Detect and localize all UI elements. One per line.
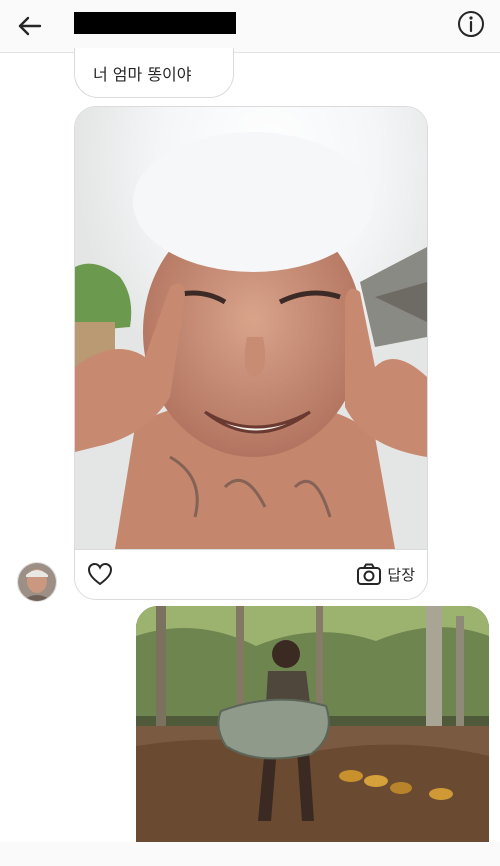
sent-photo[interactable] bbox=[136, 606, 489, 842]
sender-avatar[interactable] bbox=[17, 562, 57, 602]
info-circle-icon bbox=[458, 11, 484, 37]
bottom-area bbox=[0, 842, 500, 866]
message-text: 너 엄마 똥이야 bbox=[93, 64, 192, 84]
reply-label: 답장 bbox=[387, 565, 415, 584]
back-button[interactable] bbox=[14, 10, 46, 42]
received-photo[interactable] bbox=[75, 107, 427, 549]
received-photo-message[interactable]: 답장 bbox=[74, 106, 428, 600]
camera-icon bbox=[357, 563, 382, 585]
chat-header bbox=[0, 0, 500, 53]
received-message-bubble[interactable]: 너 엄마 똥이야 bbox=[74, 48, 234, 98]
redacted-username bbox=[74, 12, 236, 34]
reply-button[interactable]: 답장 bbox=[356, 560, 415, 588]
like-button[interactable] bbox=[87, 562, 113, 586]
heart-icon bbox=[87, 562, 113, 586]
photo-actions-bar: 답장 bbox=[75, 549, 427, 599]
arrow-left-icon bbox=[18, 16, 42, 36]
info-button[interactable] bbox=[456, 9, 486, 39]
